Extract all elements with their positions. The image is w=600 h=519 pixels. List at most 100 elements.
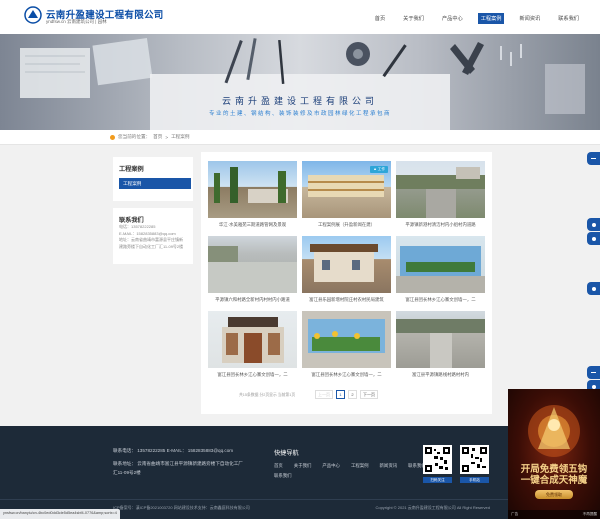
location-icon (110, 134, 115, 140)
case-image[interactable] (208, 236, 297, 293)
case-image[interactable] (302, 311, 391, 368)
float-phone-button[interactable] (587, 232, 600, 245)
category-title: 工程案例 (119, 166, 144, 173)
footer-address: 联系地址： 云南省曲靖市富江县平源镇新建路旁楼下自动化工厂 (113, 461, 243, 466)
ad-footer: 广告 不再提醒 (508, 510, 600, 519)
main-nav: 首页 关于我们 产品中心 工程案例 新闻资讯 联系我们 (372, 13, 582, 24)
game-ad-artwork (528, 405, 580, 457)
case-title[interactable]: 富江县团长林乡江心寨文创墙一，二 (396, 297, 485, 303)
case-card[interactable]: 富江县团长林乡江心寨文创墙一，二 (302, 311, 391, 383)
site-logo[interactable]: 云南升盈建设工程有限公司 yndfsw.cn 云南建筑公司 | 园林 (24, 6, 163, 28)
category-panel: 工程案例 工程案例 (113, 157, 193, 201)
page-2-button[interactable]: 2 (348, 390, 357, 399)
wechat-icon (591, 286, 596, 291)
breadcrumb: 您当前的位置： 首页 > 工程案例 (110, 134, 189, 140)
case-title[interactable]: 富江县团长林乡江心寨文创墙一，二 (302, 372, 391, 378)
nav-about[interactable]: 关于我们 (400, 13, 427, 24)
case-card[interactable]: 平源镇新港村清洁村内小组村内道路 (396, 161, 485, 233)
contact-panel: 联系我们 电话：13578222285 E-MAIL：1582835883@qq… (113, 208, 193, 264)
qr-code-icon (425, 447, 450, 472)
hero-banner: 云南升盈建设工程有限公司 专业的土建、钢结构、装饰装修及市政园林绿化工程承包商 (0, 34, 600, 130)
case-card[interactable]: ▲ 工作 工程案例展（升盈新闻在建） (302, 161, 391, 233)
float-qq-button[interactable] (587, 218, 600, 231)
footer-link-products[interactable]: 产品中心 (322, 463, 340, 469)
wechat-qr-caption: 扫码关注 (423, 477, 452, 483)
nav-contact[interactable]: 联系我们 (555, 13, 582, 24)
case-title[interactable]: 平源镇新港村清洁村内小组村内道路 (396, 222, 485, 228)
case-card[interactable]: 富江县团长林乡江心寨文创墙一，二 (396, 236, 485, 308)
footer-icp[interactable]: ICP备案号：滇ICP备2021003720 网站建设技术支持：云南鑫庭科技有限… (113, 505, 250, 511)
site-header: 云南升盈建设工程有限公司 yndfsw.cn 云南建筑公司 | 园林 首页 关于… (0, 0, 600, 34)
case-card[interactable]: 富江县乐园新增村院庄村农村民局建筑 (302, 236, 391, 308)
case-image[interactable]: ▲ 工作 (302, 161, 391, 218)
message-icon (591, 371, 596, 374)
footer-quick-nav: 首页 关于我们 产品中心 工程案例 新闻资讯 联系我们 (274, 463, 426, 469)
mobile-qr-code (460, 445, 489, 474)
footer-link-cases[interactable]: 工程案例 (351, 463, 369, 469)
footer-link-contact-2[interactable]: 联系我们 (274, 473, 292, 478)
case-image[interactable] (396, 161, 485, 218)
footer-link-news[interactable]: 新闻资讯 (380, 463, 398, 469)
float-wechat-button[interactable] (587, 282, 600, 295)
banner-title: 云南升盈建设工程有限公司 (221, 97, 378, 107)
ad-claim-button[interactable]: 免费领取 (535, 490, 573, 499)
case-image[interactable] (208, 161, 297, 218)
page-1-button[interactable]: 1 (336, 390, 345, 399)
case-title[interactable]: 工程案例展（升盈新闻在建） (302, 222, 391, 228)
footer-address-2: 汇11-09号2楼 (113, 470, 141, 475)
footer-link-about[interactable]: 关于我们 (294, 463, 312, 469)
arrow-up-icon (591, 384, 596, 389)
game-ad-popup[interactable]: 开局免费领五钩 一键合成天神魔 免费领取 广告 不再提醒 (508, 389, 600, 519)
breadcrumb-prefix: 您当前的位置： (118, 134, 151, 139)
case-image[interactable] (302, 236, 391, 293)
logo-emblem-icon (24, 6, 42, 24)
case-title[interactable]: 平源镇六和村路全新村内村村内小路道 (208, 297, 297, 303)
float-message-button[interactable] (587, 366, 600, 379)
ad-headline-line1: 开局免费领五钩 (520, 464, 588, 475)
footer-link-home[interactable]: 首页 (274, 463, 283, 469)
float-service-button[interactable] (587, 152, 600, 165)
case-card[interactable]: 富江县平源镇路线村路村村内 (396, 311, 485, 383)
breadcrumb-home[interactable]: 首页 (153, 134, 162, 140)
case-card[interactable]: 平源镇六和村路全新村内村村内小路道 (208, 236, 297, 308)
prev-page-button[interactable]: 上一页 (315, 390, 333, 399)
next-page-button[interactable]: 下一页 (360, 390, 378, 399)
nav-news[interactable]: 新闻资讯 (516, 13, 543, 24)
case-title[interactable]: 富江县团长林乡江心寨文创墙一，二 (208, 372, 297, 378)
contact-title: 联系我们 (119, 217, 144, 224)
minus-icon (591, 157, 596, 160)
wechat-qr-code (423, 445, 452, 474)
case-title[interactable]: 富江县平源镇路线村路村村内 (396, 372, 485, 378)
pagination: 上一页 1 2 下一页 (315, 390, 378, 399)
ad-label: 广告 (511, 512, 519, 516)
case-card[interactable]: 富江县团长林乡江心寨文创墙一，二 (208, 311, 297, 383)
breadcrumb-current[interactable]: 工程案例 (171, 134, 189, 140)
case-image[interactable] (396, 236, 485, 293)
mobile-qr-caption: 手机站 (460, 477, 489, 483)
footer-quick-nav-row2: 联系我们 (274, 473, 292, 479)
qq-icon (591, 222, 596, 227)
nav-cases[interactable]: 工程案例 (477, 13, 505, 24)
hot-badge: ▲ 工作 (370, 166, 388, 173)
case-image[interactable] (208, 311, 297, 368)
browser-status-url: ynsfsw.cn/banyiu/cn-4bc0ed0dd3cle5d5ea4s… (0, 509, 120, 519)
case-title[interactable]: 富江县乐园新增村院庄村农村民局建筑 (302, 297, 391, 303)
breadcrumb-separator: > (165, 134, 169, 140)
phone-icon (591, 236, 596, 241)
footer-phone-email: 联系电话： 13578222285 E-MAIL： 1582835883@qq.… (113, 448, 234, 453)
footer-quick-nav-title: 快捷导航 (274, 450, 299, 457)
case-image[interactable] (396, 311, 485, 368)
footer-copyright: Copyright © 2021 云南升盈建设工程有限公司 All Right … (375, 505, 490, 510)
case-title[interactable]: 华江·水美雅苑三期道路管网及景观 (208, 222, 297, 228)
nav-home[interactable]: 首页 (372, 13, 388, 24)
case-card[interactable]: 华江·水美雅苑三期道路管网及景观 (208, 161, 297, 233)
pagination-info: 共15条数据 分2页显示 当前第1页 (239, 393, 296, 397)
contact-address-2: 建路旁楼下自动化工厂汇11-09号2楼 (119, 243, 184, 249)
nav-products[interactable]: 产品中心 (439, 13, 466, 24)
category-item-cases[interactable]: 工程案例 (119, 178, 191, 189)
breadcrumb-bar: 您当前的位置： 首页 > 工程案例 (0, 130, 600, 145)
ad-dismiss-button[interactable]: 不再提醒 (583, 512, 597, 517)
qr-code-icon (462, 447, 487, 472)
logo-subtitle: yndfsw.cn 云南建筑公司 | 园林 (46, 19, 107, 24)
banner-subtitle: 专业的土建、钢结构、装饰装修及市政园林绿化工程承包商 (208, 111, 391, 117)
